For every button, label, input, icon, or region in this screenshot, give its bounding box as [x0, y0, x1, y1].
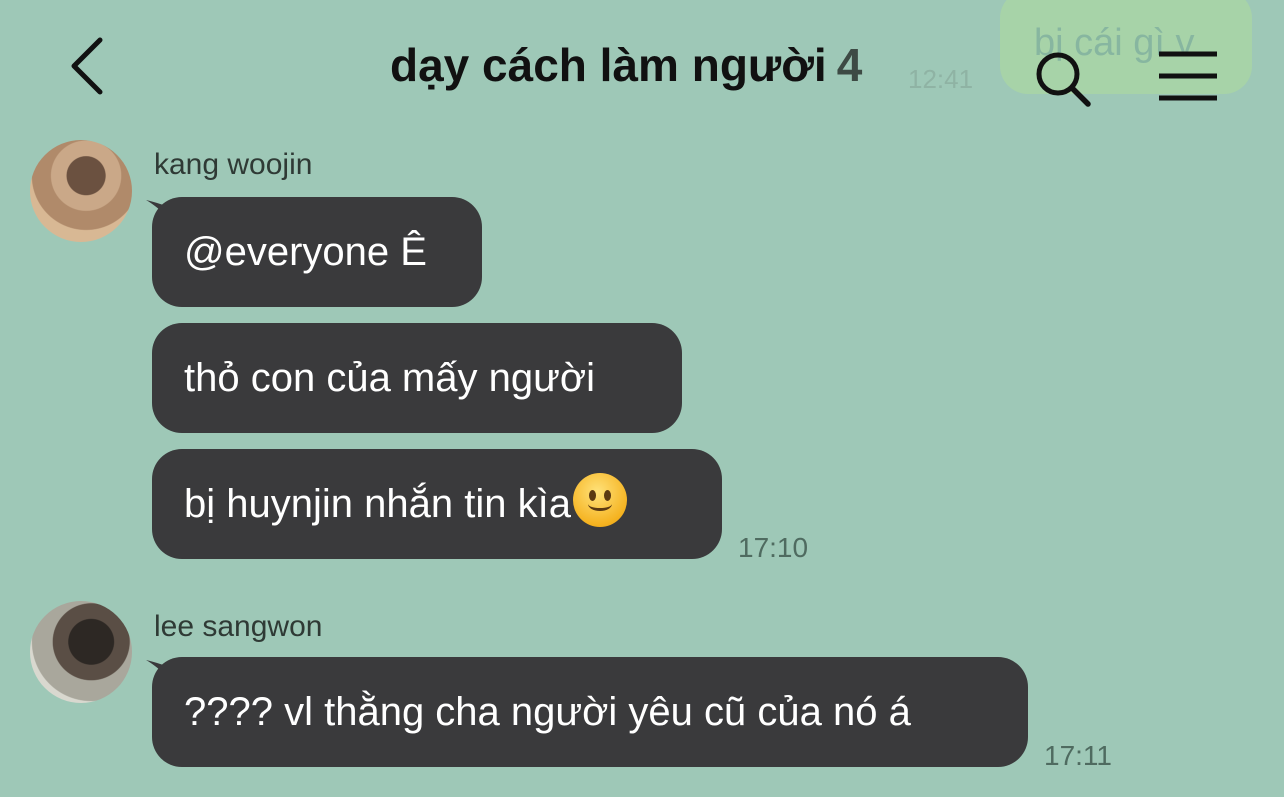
- chevron-left-icon: [71, 37, 103, 95]
- message-time: 17:11: [1044, 740, 1112, 771]
- message-bubble[interactable]: thỏ con của mấy người: [152, 323, 682, 433]
- sender-name: lee sangwon: [154, 610, 323, 643]
- smiling-face-emoji-icon: [572, 473, 627, 527]
- chat-name: dạy cách làm người: [390, 39, 827, 91]
- message-bubble[interactable]: bị huynjin nhắn tin kìa: [152, 449, 722, 559]
- avatar[interactable]: [30, 140, 132, 242]
- message-text: ???? vl thằng cha người yêu cũ của nó á: [184, 690, 911, 734]
- message-bubble[interactable]: ???? vl thằng cha người yêu cũ của nó á: [152, 657, 1028, 767]
- message-text: bị huynjin nhắn tin kìa: [184, 482, 571, 526]
- menu-button[interactable]: [1156, 50, 1220, 102]
- back-button[interactable]: [62, 34, 118, 98]
- message-text: thỏ con của mấy người: [184, 356, 595, 400]
- message-text: @everyone Ê: [184, 230, 427, 274]
- search-button[interactable]: [1032, 48, 1094, 110]
- message-time: 17:10: [738, 532, 809, 563]
- avatar[interactable]: [30, 601, 132, 703]
- sender-name: kang woojin: [154, 148, 313, 181]
- member-count: 4: [836, 39, 863, 91]
- message-bubble[interactable]: @everyone Ê: [152, 197, 482, 307]
- background-message-time: 12:41: [908, 64, 974, 94]
- hamburger-menu-icon: [1159, 51, 1217, 101]
- search-icon: [1036, 52, 1091, 107]
- chat-screen: bị cái gì v 12:41 dạy cách làm người 4 ka…: [0, 0, 1284, 797]
- chat-title: dạy cách làm người 4: [390, 38, 862, 92]
